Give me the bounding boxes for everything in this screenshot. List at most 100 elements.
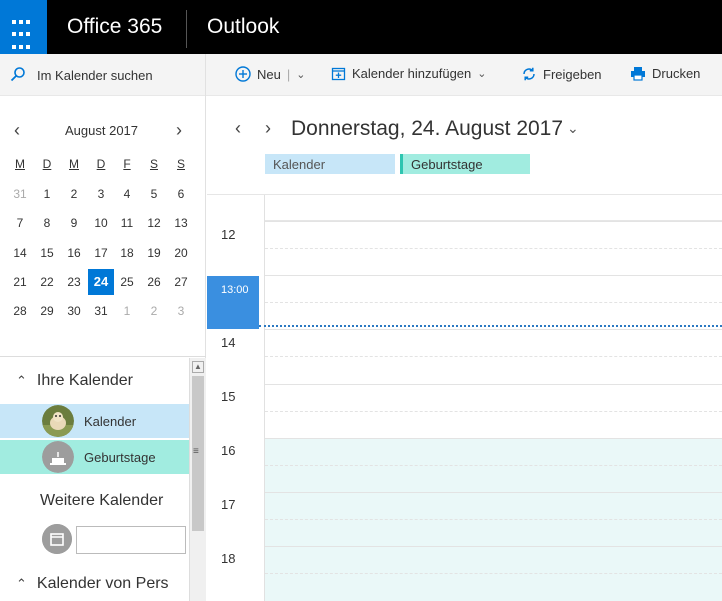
mini-calendar-day[interactable]: 21: [7, 269, 33, 295]
mini-calendar-day[interactable]: 4: [114, 181, 140, 207]
my-calendars-toggle[interactable]: ⌃ Ihre Kalender: [16, 372, 133, 390]
mini-calendar-day[interactable]: 20: [168, 240, 194, 266]
search-placeholder: Im Kalender suchen: [37, 68, 153, 83]
printer-icon: [631, 67, 645, 81]
weekday-header: M: [15, 157, 25, 171]
mini-calendar-day[interactable]: 1: [114, 298, 140, 324]
user-avatar-icon: [42, 405, 74, 437]
split-divider: |: [286, 66, 291, 82]
new-button-label: Neu: [257, 66, 281, 82]
plus-circle-icon: [235, 66, 251, 82]
half-hour-gridline: [265, 411, 722, 412]
chevron-down-icon[interactable]: ⌄: [567, 120, 579, 137]
mini-calendar-day[interactable]: 10: [88, 210, 114, 236]
pane-divider: [0, 356, 206, 357]
mini-calendar-day[interactable]: 22: [34, 269, 60, 295]
hour-label: 18: [221, 551, 236, 566]
mini-calendar-day[interactable]: 25: [114, 269, 140, 295]
app-title[interactable]: Outlook: [207, 15, 279, 39]
search-icon: [10, 67, 25, 82]
chevron-up-icon: ⌃: [16, 373, 27, 388]
chevron-up-icon: ⌃: [16, 576, 27, 591]
weekday-header: D: [42, 157, 52, 171]
mini-calendar-day[interactable]: 3: [88, 181, 114, 207]
weekday-header: S: [176, 157, 185, 171]
mini-calendar-day[interactable]: 29: [34, 298, 60, 324]
half-hour-gridline: [265, 248, 722, 249]
hour-gridline: [265, 384, 722, 385]
weekday-header: F: [123, 157, 131, 171]
mini-calendar-day[interactable]: 2: [61, 181, 87, 207]
mini-calendar-day[interactable]: 11: [114, 210, 140, 236]
new-button[interactable]: Neu | ⌄: [235, 66, 305, 82]
mini-calendar-day[interactable]: 31: [7, 181, 33, 207]
calendar-item-kalender[interactable]: Kalender: [0, 404, 189, 438]
next-month-button[interactable]: ›: [176, 120, 182, 141]
people-calendars-toggle[interactable]: ⌃ Kalender von Pers: [16, 575, 169, 593]
mini-calendar-day[interactable]: 26: [141, 269, 167, 295]
mini-calendar-day[interactable]: 16: [61, 240, 87, 266]
command-bar: Im Kalender suchen Neu | ⌄ Kalender hinz…: [0, 54, 722, 96]
hour-gridline: [265, 275, 722, 276]
time-column: [207, 195, 265, 601]
mini-calendar-day[interactable]: 30: [61, 298, 87, 324]
calendar-tag-kalender: Kalender: [265, 154, 395, 174]
mini-calendar-day[interactable]: 31: [88, 298, 114, 324]
mini-calendar-day[interactable]: 12: [141, 210, 167, 236]
print-button[interactable]: Drucken: [630, 66, 700, 81]
mini-calendar-day[interactable]: 27: [168, 269, 194, 295]
mini-calendar-day[interactable]: 6: [168, 181, 194, 207]
brand-title[interactable]: Office 365: [67, 15, 162, 39]
hour-label: 15: [221, 389, 236, 404]
half-hour-gridline: [265, 465, 722, 466]
mini-calendar-day[interactable]: 14: [7, 240, 33, 266]
calendar-main: ‹ › Donnerstag, 24. August 2017 ⌄ Kalend…: [207, 96, 722, 601]
half-hour-gridline: [265, 356, 722, 357]
hour-label: 16: [221, 443, 236, 458]
mini-calendar-day[interactable]: 13: [168, 210, 194, 236]
mini-calendar-day[interactable]: 15: [34, 240, 60, 266]
current-time-line: [259, 325, 722, 327]
scroll-up-icon[interactable]: ▲: [192, 361, 204, 373]
mini-calendar-day[interactable]: 8: [34, 210, 60, 236]
birthday-cake-icon: [42, 441, 74, 473]
add-calendar-button[interactable]: Kalender hinzufügen ⌄: [331, 66, 486, 81]
mini-calendar-day[interactable]: 1: [34, 181, 60, 207]
app-launcher-icon[interactable]: [0, 0, 47, 54]
mini-calendar-day[interactable]: 5: [141, 181, 167, 207]
calendar-search[interactable]: Im Kalender suchen: [0, 54, 206, 96]
half-hour-gridline: [265, 519, 722, 520]
prev-month-button[interactable]: ‹: [14, 120, 20, 141]
mini-calendar-day-today[interactable]: 24: [88, 269, 114, 295]
mini-calendar-day[interactable]: 23: [61, 269, 87, 295]
hour-gridline: [265, 492, 722, 493]
mini-calendar-day[interactable]: 9: [61, 210, 87, 236]
mini-calendar-day[interactable]: 18: [114, 240, 140, 266]
my-calendars-heading: Ihre Kalender: [36, 372, 133, 389]
calendar-tag-geburtstage: Geburtstage: [400, 154, 530, 174]
print-label: Drucken: [652, 66, 701, 81]
mini-calendar-day[interactable]: 2: [141, 298, 167, 324]
next-day-button[interactable]: ›: [265, 118, 271, 139]
mini-calendar-day[interactable]: 19: [141, 240, 167, 266]
share-sync-icon: [523, 67, 535, 81]
calendar-label: Kalender: [84, 414, 137, 429]
share-button[interactable]: Freigeben: [521, 66, 602, 82]
calendar-label: Geburtstage: [84, 450, 156, 465]
calendar-name-input[interactable]: [76, 526, 186, 554]
mini-calendar-month[interactable]: August 2017: [65, 123, 138, 138]
mini-calendar-day[interactable]: 3: [168, 298, 194, 324]
current-time-badge: 13:00: [207, 276, 259, 329]
hour-gridline: [265, 438, 722, 439]
left-pane-scrollbar[interactable]: ▲ ≡: [189, 358, 206, 601]
chevron-down-icon[interactable]: ⌄: [296, 68, 305, 81]
mini-calendar-day[interactable]: 7: [7, 210, 33, 236]
calendar-item-geburtstage[interactable]: Geburtstage: [0, 440, 189, 474]
mini-calendar-day[interactable]: 17: [88, 240, 114, 266]
prev-day-button[interactable]: ‹: [235, 118, 241, 139]
share-label: Freigeben: [543, 66, 602, 82]
more-calendars-heading[interactable]: Weitere Kalender: [40, 492, 163, 510]
date-title[interactable]: Donnerstag, 24. August 2017: [291, 117, 563, 141]
mini-calendar-day[interactable]: 28: [7, 298, 33, 324]
topbar-divider: [186, 10, 187, 48]
